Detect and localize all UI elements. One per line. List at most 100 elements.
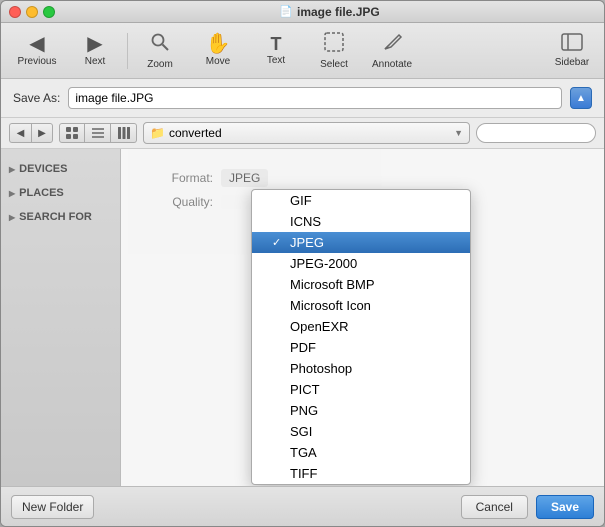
item-label-jpeg2000: JPEG-2000	[290, 256, 357, 271]
dropdown-item-png[interactable]: PNG	[252, 400, 470, 421]
main-area: ▶ DEVICES ▶ PLACES ▶ SEARCH FOR	[1, 149, 604, 486]
traffic-lights	[9, 6, 55, 18]
search-label: SEARCH FOR	[19, 211, 92, 223]
devices-label: DEVICES	[19, 163, 67, 175]
item-label-tga: TGA	[290, 445, 317, 460]
saveas-label: Save As:	[13, 91, 60, 105]
search-arrow-icon: ▶	[9, 213, 15, 222]
disclosure-arrow-icon: ▲	[576, 93, 586, 104]
location-text: converted	[169, 126, 450, 140]
devices-arrow-icon: ▶	[9, 165, 15, 174]
format-dropdown[interactable]: GIF ICNS ✓JPEG JPEG-2000 Microsoft BMP Micros…	[251, 189, 471, 485]
item-label-gif: GIF	[290, 193, 312, 208]
item-label-photoshop: Photoshop	[290, 361, 352, 376]
view-list-button[interactable]	[85, 123, 111, 143]
previous-icon: ◀	[29, 34, 44, 54]
zoom-icon	[149, 31, 171, 57]
dropdown-item-gif[interactable]: GIF	[252, 190, 470, 211]
next-button[interactable]: ▶ Next	[67, 27, 123, 75]
saveas-bar: Save As: ▲	[1, 79, 604, 118]
move-label: Move	[206, 56, 230, 67]
dropdown-item-tiff[interactable]: TIFF	[252, 463, 470, 484]
move-icon: ✋	[206, 34, 231, 54]
cancel-label: Cancel	[476, 500, 513, 514]
annotate-button[interactable]: Annotate	[364, 27, 420, 75]
view-column-button[interactable]	[111, 123, 137, 143]
previous-button[interactable]: ◀ Previous	[9, 27, 65, 75]
new-folder-label: New Folder	[22, 500, 83, 514]
cancel-button[interactable]: Cancel	[461, 495, 528, 519]
select-label: Select	[320, 59, 348, 70]
dropdown-item-openexr[interactable]: OpenEXR	[252, 316, 470, 337]
close-button[interactable]	[9, 6, 21, 18]
dropdown-item-pict[interactable]: PICT	[252, 379, 470, 400]
places-arrow-icon: ▶	[9, 189, 15, 198]
item-label-pict: PICT	[290, 382, 320, 397]
dropdown-item-tga[interactable]: TGA	[252, 442, 470, 463]
annotate-icon	[381, 31, 403, 57]
disclosure-button[interactable]: ▲	[570, 87, 592, 109]
select-icon	[323, 31, 345, 57]
dropdown-item-msft-icon[interactable]: Microsoft Icon	[252, 295, 470, 316]
sidebar-label: Sidebar	[555, 57, 589, 68]
item-label-pdf: PDF	[290, 340, 316, 355]
location-popup[interactable]: 📁 converted ▼	[143, 122, 470, 144]
dropdown-item-msft-bmp[interactable]: Microsoft BMP	[252, 274, 470, 295]
previous-label: Previous	[18, 56, 57, 67]
title-text: image file.JPG	[297, 5, 380, 19]
sidebar: ▶ DEVICES ▶ PLACES ▶ SEARCH FOR	[1, 149, 121, 486]
item-label-png: PNG	[290, 403, 318, 418]
sidebar-section-places: ▶ PLACES	[1, 181, 120, 205]
nav-back-button[interactable]: ◀	[9, 123, 31, 143]
format-value: JPEG	[221, 169, 268, 187]
nav-forward-button[interactable]: ▶	[31, 123, 53, 143]
item-label-tiff: TIFF	[290, 466, 317, 481]
window-title: 📄 image file.JPG	[63, 5, 596, 19]
sidebar-places-header[interactable]: ▶ PLACES	[1, 185, 120, 201]
dropdown-item-jpeg2000[interactable]: JPEG-2000	[252, 253, 470, 274]
sidebar-devices-header[interactable]: ▶ DEVICES	[1, 161, 120, 177]
maximize-button[interactable]	[43, 6, 55, 18]
dropdown-item-jpeg[interactable]: ✓JPEG	[252, 232, 470, 253]
sidebar-icon	[561, 33, 583, 55]
toolbar-separator-1	[127, 33, 128, 69]
save-button[interactable]: Save	[536, 495, 594, 519]
minimize-button[interactable]	[26, 6, 38, 18]
titlebar: 📄 image file.JPG	[1, 1, 604, 23]
dropdown-item-photoshop[interactable]: Photoshop	[252, 358, 470, 379]
toolbar: ◀ Previous ▶ Next Zoom ✋ Move T Text Sel…	[1, 23, 604, 79]
text-button[interactable]: T Text	[248, 27, 304, 75]
format-label: Format:	[141, 171, 221, 185]
next-label: Next	[85, 56, 106, 67]
item-label-icns: ICNS	[290, 214, 321, 229]
item-label-msft-bmp: Microsoft BMP	[290, 277, 375, 292]
sidebar-button[interactable]: Sidebar	[548, 27, 596, 75]
item-label-openexr: OpenEXR	[290, 319, 349, 334]
navbar: ◀ ▶ 📁 converted ▼	[1, 118, 604, 149]
sidebar-section-search: ▶ SEARCH FOR	[1, 205, 120, 229]
item-label-sgi: SGI	[290, 424, 312, 439]
filename-input[interactable]	[68, 87, 562, 109]
text-label: Text	[267, 55, 285, 66]
item-label-jpeg: JPEG	[290, 235, 324, 250]
nav-forward-icon: ▶	[38, 128, 46, 139]
item-label-msft-icon: Microsoft Icon	[290, 298, 371, 313]
move-button[interactable]: ✋ Move	[190, 27, 246, 75]
next-icon: ▶	[87, 34, 102, 54]
view-icon-button[interactable]	[59, 123, 85, 143]
dropdown-item-pdf[interactable]: PDF	[252, 337, 470, 358]
new-folder-button[interactable]: New Folder	[11, 495, 94, 519]
select-button[interactable]: Select	[306, 27, 362, 75]
window: 📄 image file.JPG ◀ Previous ▶ Next Zoom …	[0, 0, 605, 527]
search-input[interactable]	[476, 123, 596, 143]
nav-back-icon: ◀	[17, 128, 25, 139]
dropdown-item-icns[interactable]: ICNS	[252, 211, 470, 232]
zoom-button[interactable]: Zoom	[132, 27, 188, 75]
save-label: Save	[551, 500, 579, 514]
sidebar-search-header[interactable]: ▶ SEARCH FOR	[1, 209, 120, 225]
dropdown-item-sgi[interactable]: SGI	[252, 421, 470, 442]
location-arrow-icon: ▼	[454, 128, 463, 138]
quality-label: Quality:	[141, 195, 221, 209]
document-icon: 📄	[279, 5, 293, 18]
places-label: PLACES	[19, 187, 64, 199]
